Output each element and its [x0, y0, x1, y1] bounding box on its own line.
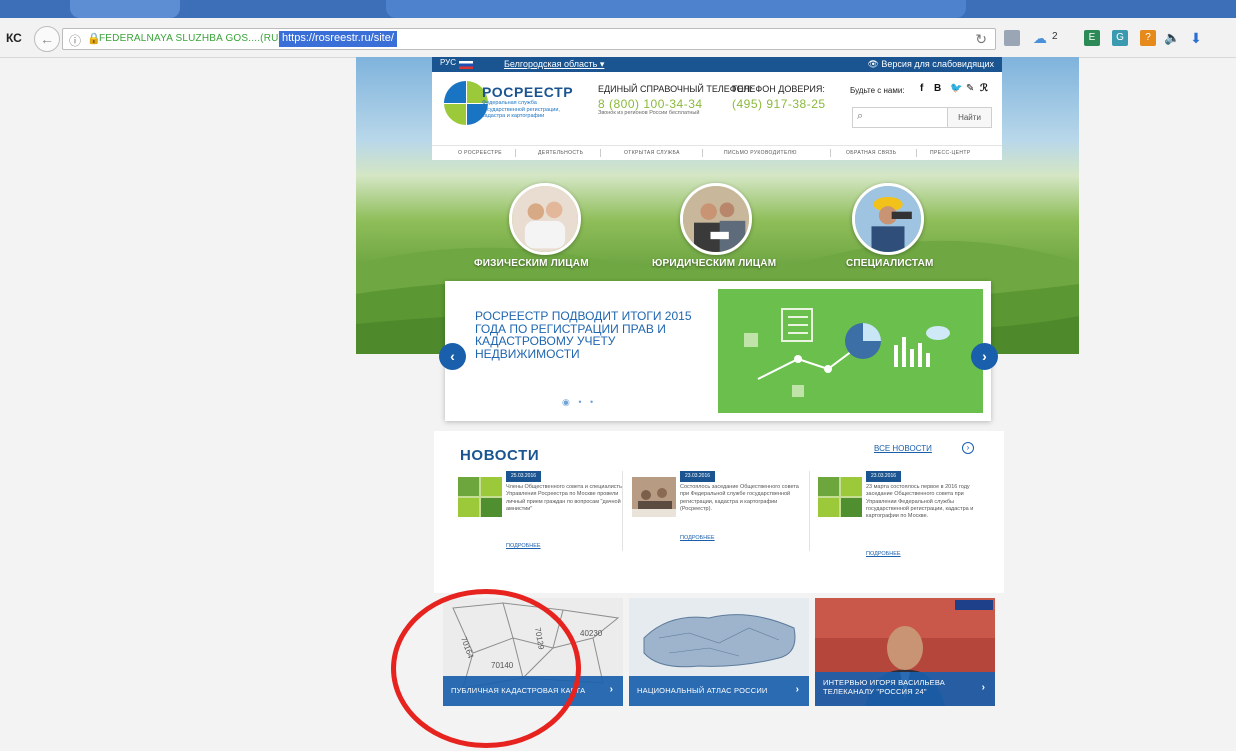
slider-prev-button[interactable]: ‹ [439, 343, 466, 370]
category-specialists[interactable]: СПЕЦИАЛИСТАМ [846, 258, 934, 269]
nav-item-letter[interactable]: ПИСЬМО РУКОВОДИТЕЛЮ [724, 150, 797, 156]
address-bar[interactable]: ⓘ 🔒 FEDERALNAYA SLUZHBA GOS....(RU) http… [62, 28, 996, 50]
chevron-right-icon: › [609, 684, 613, 695]
meeting-photo-icon [632, 477, 676, 517]
nav-item-activity[interactable]: ДЕЯТЕЛЬНОСТЬ [538, 150, 583, 156]
legal-entities-photo[interactable] [680, 183, 752, 255]
cloud-icon[interactable]: ☁ [1032, 30, 1048, 46]
browser-navbar: КС ← ⓘ 🔒 FEDERALNAYA SLUZHBA GOS....(RU)… [0, 18, 1236, 58]
news-date: 23.03.2016 [866, 471, 902, 482]
download-icon[interactable]: ⬇ [1188, 30, 1204, 46]
slide-title[interactable]: РОСРЕЕСТР ПОДВОДИТ ИТОГИ 2015 ГОДА ПО РЕ… [475, 310, 705, 360]
highlight-annotation [391, 589, 581, 748]
news-item[interactable]: 23.03.2016 23 марта состоялось первое в … [818, 471, 998, 581]
category-legal-entities[interactable]: ЮРИДИЧЕСКИМ ЛИЦАМ [652, 258, 776, 269]
news-date: 25.03.2016 [506, 471, 542, 482]
specialists-photo[interactable] [852, 183, 924, 255]
region-selector[interactable]: Белгородская область ▾ [504, 59, 604, 70]
info-icon[interactable]: ⓘ [69, 32, 81, 49]
news-text[interactable]: Состоялось заседание Общественного совет… [680, 484, 808, 513]
news-item[interactable]: 25.03.2016 Члены Общественного совета и … [458, 471, 638, 581]
nav-item-feedback[interactable]: ОБРАТНАЯ СВЯЗЬ [846, 150, 896, 156]
surveyor-icon [855, 186, 921, 252]
slider-next-button[interactable]: › [971, 343, 998, 370]
facebook-icon[interactable]: f [920, 83, 923, 94]
url-text[interactable]: https://rosreestr.ru/site/ [279, 31, 397, 47]
slider-pagination[interactable]: ◉ • • [562, 397, 596, 408]
nav-item-press[interactable]: ПРЕСС-ЦЕНТР [930, 150, 971, 156]
main-nav: О РОСРЕЕСТРЕ ДЕЯТЕЛЬНОСТЬ ОТКРЫТАЯ СЛУЖБ… [432, 145, 1002, 160]
screenshot-icon[interactable] [1004, 30, 1020, 46]
browser-left-label: КС [6, 31, 22, 45]
extension-icon[interactable]: E [1084, 30, 1100, 46]
national-atlas-tile[interactable]: НАЦИОНАЛЬНЫЙ АТЛАС РОССИИ › [629, 598, 809, 706]
hotline-phone: 8 (800) 100-34-34 [598, 97, 703, 111]
rosreestr-logo-icon [458, 477, 502, 517]
notification-count: 2 [1052, 31, 1058, 42]
businessmen-icon [683, 186, 749, 252]
vk-icon[interactable]: B [934, 83, 941, 94]
news-text[interactable]: Члены Общественного совета и специалисты… [506, 484, 634, 513]
brand-subtitle: Федеральная служба государственной регис… [482, 100, 560, 119]
tile-label: ИНТЕРВЬЮ ИГОРЯ ВАСИЛЬЕВА ТЕЛЕКАНАЛУ "РОС… [823, 678, 945, 696]
low-vision-link[interactable]: 👁 Версия для слабовидящих [867, 59, 994, 70]
rosreestr-logo-icon [818, 477, 862, 517]
trust-line-label: ТЕЛЕФОН ДОВЕРИЯ: [732, 84, 825, 94]
extension-icon[interactable]: ? [1140, 30, 1156, 46]
follow-label: Будьте с нами: [850, 86, 905, 95]
infographic-icon [744, 308, 950, 397]
search-button[interactable]: Найти [947, 108, 991, 127]
browser-tab[interactable] [386, 0, 966, 18]
news-more-link[interactable]: ПОДРОБНЕЕ [866, 551, 901, 557]
browser-tab-strip [0, 0, 1236, 18]
news-section: НОВОСТИ ВСЕ НОВОСТИ › 25.03.2016 Члены О… [434, 431, 1004, 593]
link-icon[interactable]: ✎ [966, 83, 974, 94]
rss-icon[interactable]: ℛ [980, 83, 988, 94]
tile-label: НАЦИОНАЛЬНЫЙ АТЛАС РОССИИ [637, 686, 768, 695]
browser-tab[interactable] [70, 0, 180, 18]
interview-tile[interactable]: ИНТЕРВЬЮ ИГОРЯ ВАСИЛЬЕВА ТЕЛЕКАНАЛУ "РОС… [815, 598, 995, 706]
news-text[interactable]: 23 марта состоялось первое в 2016 году з… [866, 484, 994, 520]
news-more-link[interactable]: ПОДРОБНЕЕ [680, 535, 715, 541]
reload-icon[interactable]: ↻ [975, 31, 987, 48]
hotline-note: Звонок из регионов России бесплатный [598, 110, 700, 116]
site-identity: FEDERALNAYA SLUZHBA GOS....(RU) [99, 33, 283, 44]
search-box[interactable]: ⌕ Найти [852, 107, 992, 128]
news-more-link[interactable]: ПОДРОБНЕЕ [506, 543, 541, 549]
news-date: 23.03.2016 [680, 471, 716, 482]
extension-icon[interactable]: G [1112, 30, 1128, 46]
nav-item-about[interactable]: О РОСРЕЕСТРЕ [458, 150, 502, 156]
individuals-photo[interactable] [509, 183, 581, 255]
nav-item-open-service[interactable]: ОТКРЫТАЯ СЛУЖБА [624, 150, 680, 156]
language-selector[interactable]: РУС [440, 58, 456, 67]
news-slider: РОСРЕЕСТР ПОДВОДИТ ИТОГИ 2015 ГОДА ПО РЕ… [445, 281, 991, 421]
tile-caption[interactable]: НАЦИОНАЛЬНЫЙ АТЛАС РОССИИ › [629, 676, 809, 706]
news-divider [809, 471, 810, 551]
speaker-icon[interactable]: 🔈 [1164, 30, 1180, 46]
site-header: РОСРЕЕСТР Федеральная служба государстве… [432, 72, 1002, 160]
russia-flag-icon[interactable] [459, 61, 473, 69]
category-individuals[interactable]: ФИЗИЧЕСКИМ ЛИЦАМ [474, 258, 589, 269]
chevron-right-icon: › [981, 682, 985, 693]
top-strip: РУС Белгородская область ▾ 👁 Версия для … [432, 57, 1002, 72]
chevron-right-icon[interactable]: › [962, 442, 974, 454]
twitter-icon[interactable]: 🐦 [950, 83, 962, 94]
news-divider [622, 471, 623, 551]
trust-line-phone: (495) 917-38-25 [732, 97, 826, 111]
news-item[interactable]: 23.03.2016 Состоялось заседание Обществе… [632, 471, 812, 581]
hotline-label: ЕДИНЫЙ СПРАВОЧНЫЙ ТЕЛЕФОН: [598, 84, 753, 94]
back-button[interactable]: ← [34, 26, 60, 52]
family-icon [512, 186, 578, 252]
brand-name[interactable]: РОСРЕЕСТР [482, 84, 573, 100]
chevron-right-icon: › [795, 684, 799, 695]
low-vision-label: Версия для слабовидящих [881, 59, 994, 69]
map-label: 40230 [580, 629, 603, 638]
news-heading: НОВОСТИ [460, 447, 540, 464]
slide-illustration[interactable] [718, 289, 983, 413]
search-icon: ⌕ [857, 110, 864, 122]
all-news-link[interactable]: ВСЕ НОВОСТИ [874, 444, 932, 453]
tile-caption[interactable]: ИНТЕРВЬЮ ИГОРЯ ВАСИЛЬЕВА ТЕЛЕКАНАЛУ "РОС… [815, 672, 995, 706]
